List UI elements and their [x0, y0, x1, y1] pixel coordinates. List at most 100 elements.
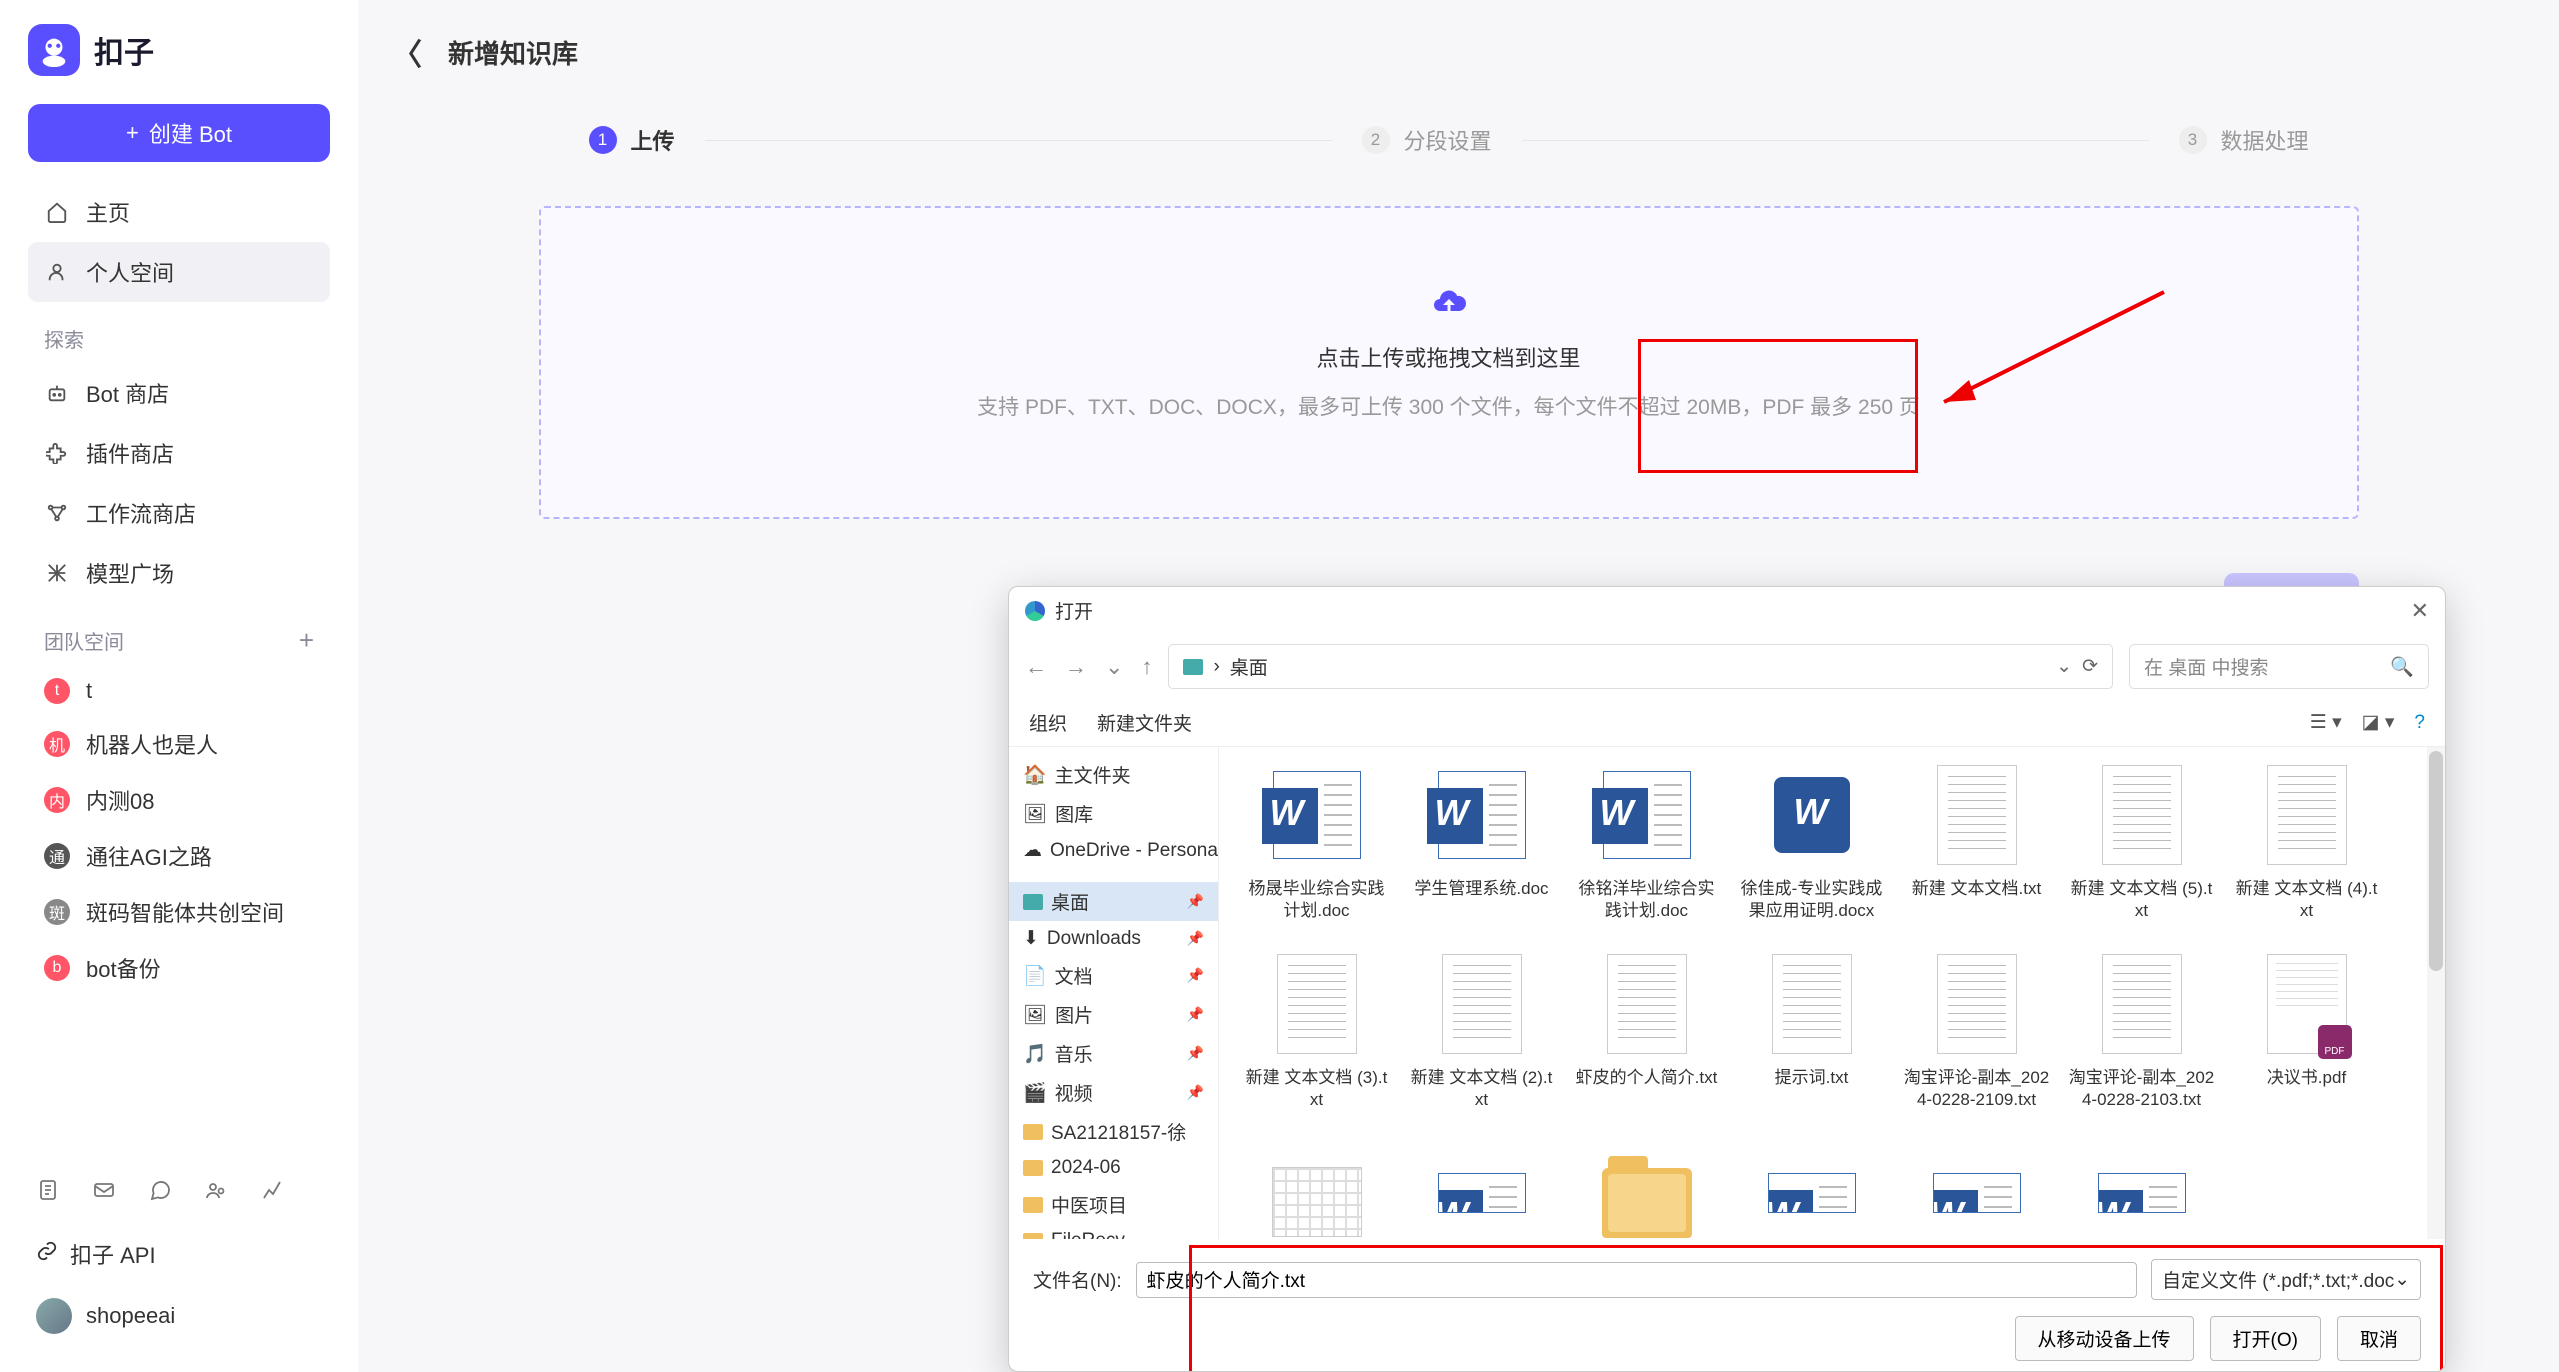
tree-folder[interactable]: 2024-06: [1009, 1151, 1218, 1185]
tree-folder[interactable]: 中医项目: [1009, 1185, 1218, 1224]
tree-documents[interactable]: 📄文档📌: [1009, 956, 1218, 995]
close-icon[interactable]: ✕: [2411, 598, 2429, 624]
file-item[interactable]: [1404, 1135, 1559, 1239]
file-icon: [1762, 946, 1862, 1061]
open-button[interactable]: 打开(O): [2210, 1316, 2321, 1361]
dialog-search-input[interactable]: 在 桌面 中搜索 🔍: [2129, 644, 2429, 689]
step-segment: 2 分段设置: [1362, 124, 1492, 156]
file-item[interactable]: 新建 文本文档 (5).txt: [2064, 757, 2219, 922]
view-details-icon[interactable]: ◪ ▾: [2362, 711, 2395, 734]
tree-folder[interactable]: FileRecv: [1009, 1224, 1218, 1239]
nav-label: 模型广场: [86, 557, 174, 589]
api-link[interactable]: 扣子 API: [28, 1224, 330, 1284]
tree-downloads[interactable]: ⬇Downloads📌: [1009, 921, 1218, 956]
team-name: 内测08: [86, 784, 154, 816]
back-arrow-icon[interactable]: 〈: [392, 30, 422, 74]
chat-icon[interactable]: [148, 1178, 174, 1204]
nav-bot-store[interactable]: Bot 商店: [28, 363, 330, 423]
file-item[interactable]: 提示词.txt: [1734, 946, 1889, 1111]
page-title: 新增知识库: [448, 34, 578, 71]
team-name: 机器人也是人: [86, 728, 218, 760]
filetype-select[interactable]: 自定义文件 (*.pdf;*.txt;*.doc;*.docx) ⌄: [2151, 1259, 2421, 1300]
upload-dropzone[interactable]: 点击上传或拖拽文档到这里 支持 PDF、TXT、DOC、DOCX，最多可上传 3…: [539, 206, 2359, 519]
tree-pictures[interactable]: 🖼图片📌: [1009, 995, 1218, 1034]
file-item[interactable]: 杨晟毕业综合实践计划.doc: [1239, 757, 1394, 922]
file-item[interactable]: 新建 文本文档 (4).txt: [2229, 757, 2384, 922]
file-icon: [1597, 1135, 1697, 1239]
chart-icon[interactable]: [260, 1178, 286, 1204]
scrollbar-thumb[interactable]: [2429, 751, 2443, 971]
tree-home-folder[interactable]: 🏠主文件夹: [1009, 755, 1218, 794]
cancel-button[interactable]: 取消: [2337, 1316, 2421, 1361]
team-item[interactable]: 机机器人也是人: [28, 716, 330, 772]
tree-gallery[interactable]: 🖼图库: [1009, 794, 1218, 833]
team-item[interactable]: bbot备份: [28, 940, 330, 996]
path-bar[interactable]: › 桌面 ⌄ ⟳: [1168, 644, 2113, 689]
tree-music[interactable]: 🎵音乐📌: [1009, 1034, 1218, 1073]
file-item[interactable]: [1239, 1135, 1394, 1239]
folder-icon: [1023, 1160, 1043, 1176]
file-item[interactable]: [2064, 1135, 2219, 1239]
upload-from-mobile-button[interactable]: 从移动设备上传: [2015, 1316, 2194, 1361]
nav-home[interactable]: 主页: [28, 182, 330, 242]
doc-icon[interactable]: [36, 1178, 62, 1204]
file-item[interactable]: 徐佳成-专业实践成果应用证明.docx: [1734, 757, 1889, 922]
file-item[interactable]: PDF决议书.pdf: [2229, 946, 2384, 1111]
file-icon: [2092, 757, 2192, 872]
nav-forward-icon[interactable]: →: [1065, 654, 1087, 680]
team-item[interactable]: 斑斑码智能体共创空间: [28, 884, 330, 940]
add-team-icon[interactable]: +: [299, 625, 314, 656]
view-list-icon[interactable]: ☰ ▾: [2310, 711, 2342, 734]
filename-input[interactable]: [1136, 1262, 2137, 1298]
pin-icon: 📌: [1187, 893, 1204, 910]
nav-back-icon[interactable]: ←: [1025, 654, 1047, 680]
nav-up-icon[interactable]: ↑: [1141, 654, 1152, 680]
tree-videos[interactable]: 🎬视频📌: [1009, 1073, 1218, 1112]
logo[interactable]: 扣子: [28, 24, 330, 76]
puzzle-icon: [44, 440, 70, 466]
username-label: shopeeai: [86, 1303, 175, 1329]
tree-onedrive[interactable]: ☁OneDrive - Personal: [1009, 833, 1218, 868]
team-item[interactable]: 通通往AGI之路: [28, 828, 330, 884]
tree-folder[interactable]: SA21218157-徐: [1009, 1112, 1218, 1151]
nav-personal-space[interactable]: 个人空间: [28, 242, 330, 302]
team-item[interactable]: 内内测08: [28, 772, 330, 828]
file-item[interactable]: 徐铭洋毕业综合实践计划.doc: [1569, 757, 1724, 922]
team-name: t: [86, 678, 92, 704]
file-item[interactable]: 淘宝评论-副本_2024-0228-2103.txt: [2064, 946, 2219, 1111]
new-folder-button[interactable]: 新建文件夹: [1097, 709, 1192, 736]
create-bot-button[interactable]: + 创建 Bot: [28, 104, 330, 162]
pin-icon: 📌: [1187, 1084, 1204, 1101]
file-icon: [1597, 757, 1697, 872]
team-name: 通往AGI之路: [86, 840, 212, 872]
nav-workflow-store[interactable]: 工作流商店: [28, 483, 330, 543]
file-item[interactable]: [1734, 1135, 1889, 1239]
file-item[interactable]: 新建 文本文档 (3).txt: [1239, 946, 1394, 1111]
team-item[interactable]: tt: [28, 666, 330, 716]
file-item[interactable]: 新建 文本文档.txt: [1899, 757, 2054, 922]
file-item[interactable]: [1899, 1135, 2054, 1239]
file-icon: [1927, 1135, 2027, 1239]
file-item[interactable]: [1569, 1135, 1724, 1239]
organize-menu[interactable]: 组织: [1029, 709, 1067, 736]
file-item[interactable]: 学生管理系统.doc: [1404, 757, 1559, 922]
home-icon: [44, 199, 70, 225]
tree-desktop[interactable]: 桌面📌: [1009, 882, 1218, 921]
nav-dropdown-icon[interactable]: ⌄: [1105, 654, 1123, 680]
mail-icon[interactable]: [92, 1178, 118, 1204]
file-item[interactable]: 淘宝评论-副本_2024-0228-2109.txt: [1899, 946, 2054, 1111]
user-profile[interactable]: shopeeai: [28, 1284, 330, 1348]
file-item[interactable]: 虾皮的个人简介.txt: [1569, 946, 1724, 1111]
scrollbar[interactable]: [2427, 747, 2445, 1239]
file-icon: [1762, 757, 1862, 872]
nav-model-plaza[interactable]: 模型广场: [28, 543, 330, 603]
step-indicator: 1 上传 2 分段设置 3 数据处理: [549, 124, 2349, 156]
help-icon[interactable]: ?: [2414, 712, 2425, 734]
desktop-icon: [1183, 659, 1203, 675]
refresh-icon[interactable]: ⟳: [2082, 655, 2098, 678]
file-icon: PDF: [2257, 946, 2357, 1061]
file-item[interactable]: 新建 文本文档 (2).txt: [1404, 946, 1559, 1111]
group-icon[interactable]: [204, 1178, 230, 1204]
chevron-down-icon[interactable]: ⌄: [2056, 655, 2072, 678]
nav-plugin-store[interactable]: 插件商店: [28, 423, 330, 483]
